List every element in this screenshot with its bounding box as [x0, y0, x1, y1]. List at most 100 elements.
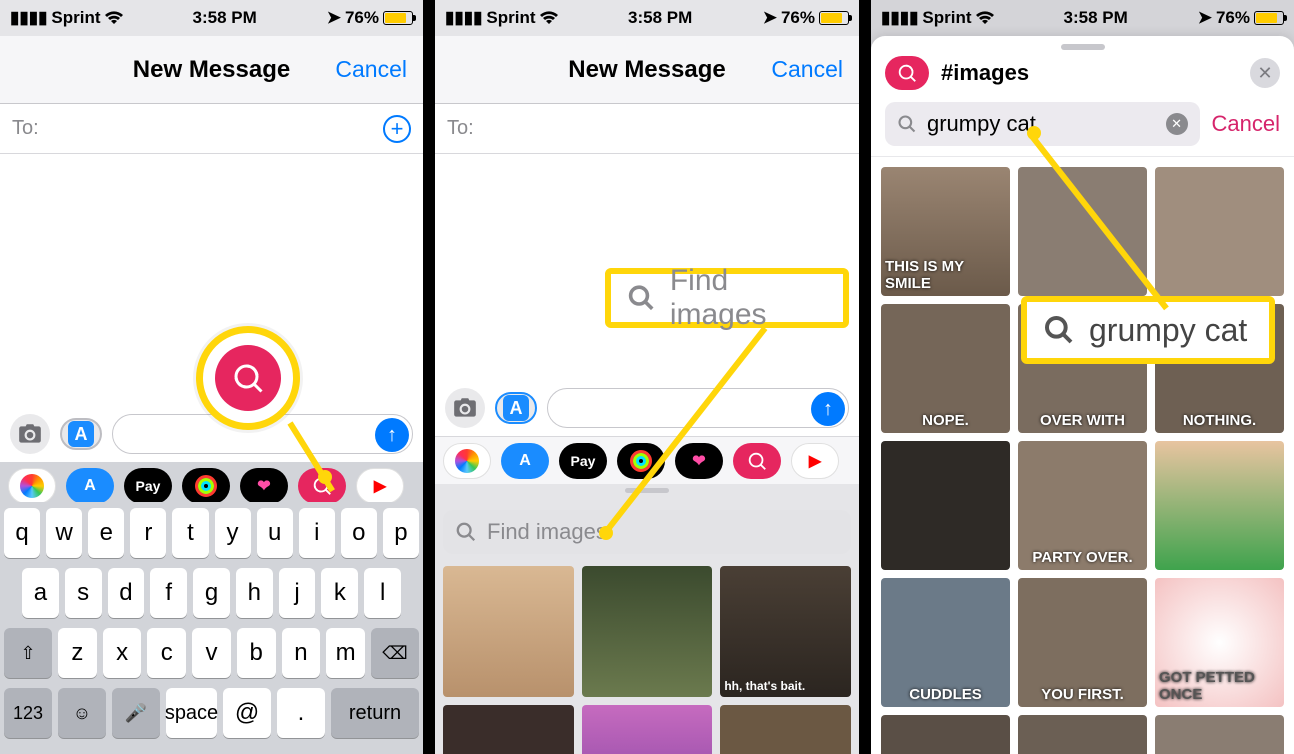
key-x[interactable]: x — [103, 628, 142, 678]
shift-key[interactable]: ⇧ — [4, 628, 52, 678]
key-d[interactable]: d — [108, 568, 145, 618]
location-icon: ➤ — [763, 8, 777, 28]
search-icon — [1043, 314, 1075, 346]
result-thumbnail[interactable] — [881, 441, 1010, 570]
key-o[interactable]: o — [341, 508, 377, 558]
key-f[interactable]: f — [150, 568, 187, 618]
gif-thumbnail[interactable] — [443, 566, 574, 697]
backspace-key[interactable]: ⌫ — [371, 628, 419, 678]
gif-thumbnail[interactable] — [582, 705, 713, 754]
to-field-row[interactable]: To: + — [0, 104, 423, 154]
images-sheet: #images ✕ grumpy cat ✕ Cancel THIS IS MY… — [871, 36, 1294, 754]
app-drawer-button[interactable]: A — [495, 392, 537, 424]
result-thumbnail[interactable]: GOT PETTED ONCE — [1155, 578, 1284, 707]
search-icon — [897, 114, 917, 134]
return-key[interactable]: return — [331, 688, 419, 738]
signal-bars-icon: ▮▮▮▮ — [10, 8, 47, 28]
key-k[interactable]: k — [321, 568, 358, 618]
youtube-app-icon[interactable]: ▶ — [356, 468, 404, 504]
signal-bars-icon: ▮▮▮▮ — [881, 8, 918, 28]
cancel-button[interactable]: Cancel — [771, 56, 843, 83]
sheet-search-input[interactable]: grumpy cat ✕ — [885, 102, 1200, 146]
gif-thumbnail[interactable] — [720, 705, 851, 754]
key-q[interactable]: q — [4, 508, 40, 558]
clock: 3:58 PM — [628, 8, 692, 28]
photos-app-icon[interactable] — [443, 443, 491, 479]
result-thumbnail[interactable]: PARTY OVER. — [1018, 441, 1147, 570]
key-w[interactable]: w — [46, 508, 82, 558]
sheet-grabber[interactable] — [1061, 44, 1105, 50]
send-button[interactable]: ↑ — [811, 392, 845, 426]
result-thumbnail[interactable] — [1155, 441, 1284, 570]
key-r[interactable]: r — [130, 508, 166, 558]
at-key[interactable]: @ — [223, 688, 271, 738]
key-a[interactable]: a — [22, 568, 59, 618]
applepay-app-icon[interactable]: Pay — [124, 468, 172, 504]
applepay-app-icon[interactable]: Pay — [559, 443, 607, 479]
key-e[interactable]: e — [88, 508, 124, 558]
key-n[interactable]: n — [282, 628, 321, 678]
key-g[interactable]: g — [193, 568, 230, 618]
key-i[interactable]: i — [299, 508, 335, 558]
close-sheet-button[interactable]: ✕ — [1250, 58, 1280, 88]
search-cancel-button[interactable]: Cancel — [1212, 111, 1280, 137]
app-drawer-button[interactable]: A — [60, 418, 102, 450]
keyboard: q w e r t y u i o p a s d f g h j k l ⇧ … — [0, 502, 423, 754]
appstore-app-icon[interactable]: A — [66, 468, 114, 504]
key-z[interactable]: z — [58, 628, 97, 678]
key-p[interactable]: p — [383, 508, 419, 558]
sheet-title: #images — [941, 60, 1029, 86]
location-icon: ➤ — [1198, 8, 1212, 28]
result-thumbnail[interactable] — [881, 715, 1010, 754]
result-thumbnail[interactable] — [1155, 167, 1284, 296]
status-bar: ▮▮▮▮ Sprint 3:58 PM ➤ 76% — [871, 0, 1294, 36]
add-contact-button[interactable]: + — [383, 115, 411, 143]
key-t[interactable]: t — [172, 508, 208, 558]
to-label: To: — [12, 117, 39, 140]
clear-search-button[interactable]: ✕ — [1166, 113, 1188, 135]
key-j[interactable]: j — [279, 568, 316, 618]
camera-button[interactable] — [445, 388, 485, 428]
keyboard-row-3: ⇧ z x c v b n m ⌫ — [4, 628, 419, 678]
gif-thumbnail[interactable] — [582, 566, 713, 697]
callout-dot — [318, 470, 332, 484]
to-field-row[interactable]: To: — [435, 104, 859, 154]
cancel-button[interactable]: Cancel — [335, 56, 407, 83]
result-thumbnail[interactable]: YOU FIRST. — [1018, 578, 1147, 707]
gif-thumbnail[interactable] — [443, 705, 574, 754]
camera-button[interactable] — [10, 414, 50, 454]
result-thumbnail[interactable]: NOPE. — [881, 304, 1010, 433]
images-app-icon[interactable] — [733, 443, 781, 479]
numbers-key[interactable]: 123 — [4, 688, 52, 738]
result-thumbnail[interactable] — [1018, 167, 1147, 296]
key-v[interactable]: v — [192, 628, 231, 678]
carrier-label: Sprint — [486, 8, 535, 28]
digitaltouch-app-icon[interactable]: ❤ — [240, 468, 288, 504]
youtube-app-icon[interactable]: ▶ — [791, 443, 839, 479]
digitaltouch-app-icon[interactable]: ❤ — [675, 443, 723, 479]
key-m[interactable]: m — [326, 628, 365, 678]
photos-app-icon[interactable] — [8, 468, 56, 504]
key-c[interactable]: c — [147, 628, 186, 678]
gif-thumbnail[interactable]: hh, that's bait. — [720, 566, 851, 697]
space-key[interactable]: space — [166, 688, 217, 738]
carrier-label: Sprint — [922, 8, 971, 28]
result-thumbnail[interactable]: ATH TO AMERICA — [1018, 715, 1147, 754]
search-icon — [455, 521, 477, 543]
dictation-key[interactable]: 🎤 — [112, 688, 160, 738]
key-u[interactable]: u — [257, 508, 293, 558]
key-y[interactable]: y — [215, 508, 251, 558]
key-s[interactable]: s — [65, 568, 102, 618]
result-thumbnail[interactable]: CUDDLES — [881, 578, 1010, 707]
activity-app-icon[interactable] — [182, 468, 230, 504]
key-h[interactable]: h — [236, 568, 273, 618]
appstore-app-icon[interactable]: A — [501, 443, 549, 479]
dot-key[interactable]: . — [277, 688, 325, 738]
result-thumbnail[interactable]: THIS IS MY SMILE — [881, 167, 1010, 296]
key-l[interactable]: l — [364, 568, 401, 618]
emoji-key[interactable]: ☺ — [58, 688, 106, 738]
find-images-search[interactable]: Find images — [443, 510, 851, 554]
key-b[interactable]: b — [237, 628, 276, 678]
send-button[interactable]: ↑ — [375, 418, 409, 452]
result-thumbnail[interactable] — [1155, 715, 1284, 754]
